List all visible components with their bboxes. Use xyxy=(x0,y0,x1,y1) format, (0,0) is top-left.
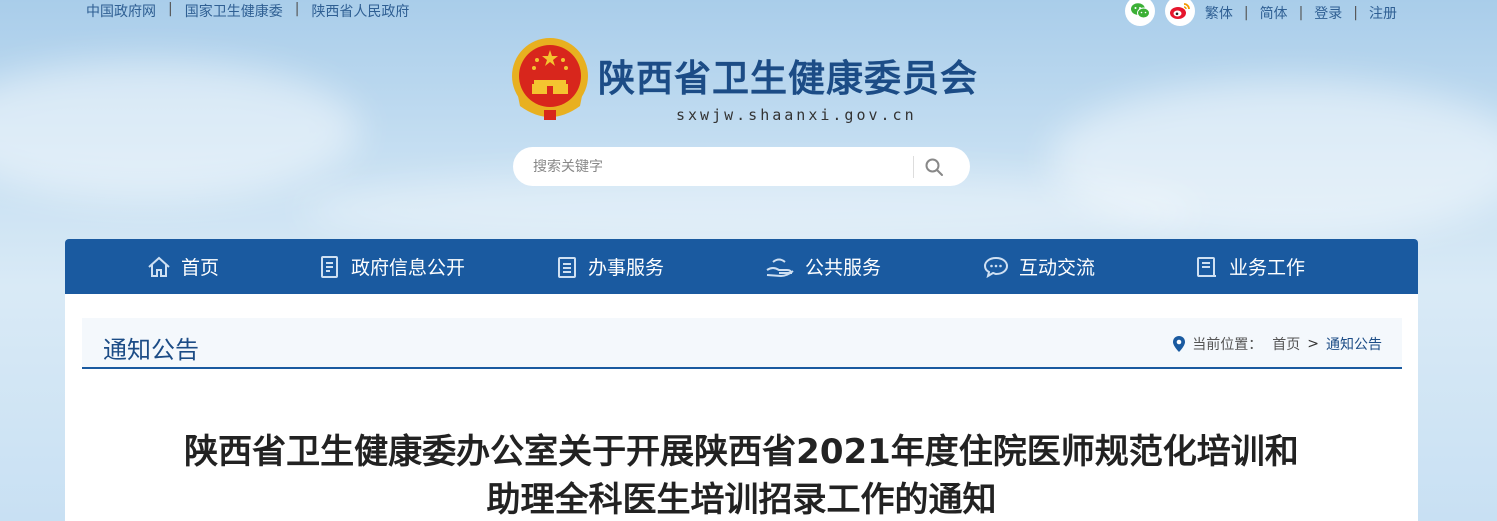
breadcrumb-separator: > xyxy=(1307,336,1319,352)
search-icon xyxy=(925,158,943,176)
national-emblem-icon xyxy=(512,38,588,120)
document-icon xyxy=(321,255,338,278)
site-domain: sxwjw.shaanxi.gov.cn xyxy=(676,106,917,124)
home-icon xyxy=(148,256,170,277)
top-bar: 中国政府网 | 国家卫生健康委 | 陕西省人民政府 繁体 | 简体 | 登录 |… xyxy=(0,0,1497,26)
link-nhc[interactable]: 国家卫生健康委 xyxy=(185,1,283,21)
nav-item-interaction[interactable]: 互动交流 xyxy=(983,239,1095,294)
separator: | xyxy=(168,1,173,17)
main-content: 通知公告 当前位置： 首页 > 通知公告 陕西省卫生健康委办公室关于开展陕西省2… xyxy=(65,294,1418,521)
location-pin-icon xyxy=(1173,336,1186,352)
weibo-icon[interactable] xyxy=(1164,0,1195,26)
nav-label: 公共服务 xyxy=(805,257,882,279)
link-login[interactable]: 登录 xyxy=(1314,3,1342,23)
nav-item-gov-info[interactable]: 政府信息公开 xyxy=(319,239,465,294)
wechat-icon[interactable] xyxy=(1124,0,1155,26)
breadcrumb: 当前位置： 首页 > 通知公告 xyxy=(1172,334,1382,354)
nav-item-business[interactable]: 业务工作 xyxy=(1195,239,1305,294)
search-input[interactable] xyxy=(533,158,913,175)
link-shaanxi-gov[interactable]: 陕西省人民政府 xyxy=(311,1,409,21)
link-gov-cn[interactable]: 中国政府网 xyxy=(86,1,156,21)
link-traditional[interactable]: 繁体 xyxy=(1205,3,1233,23)
top-right-links: 繁体 | 简体 | 登录 | 注册 xyxy=(1124,0,1397,26)
separator: | xyxy=(1353,5,1358,21)
briefcase-icon xyxy=(1197,256,1216,277)
external-links: 中国政府网 | 国家卫生健康委 | 陕西省人民政府 xyxy=(86,1,409,21)
site-logo[interactable]: 陕西省卫生健康委员会 sxwjw.shaanxi.gov.cn xyxy=(510,36,978,124)
link-register[interactable]: 注册 xyxy=(1369,3,1397,23)
article-title: 陕西省卫生健康委办公室关于开展陕西省2021年度住院医师规范化培训和 助理全科医… xyxy=(65,428,1418,521)
article-title-line1: 陕西省卫生健康委办公室关于开展陕西省2021年度住院医师规范化培训和 xyxy=(184,432,1299,472)
main-nav: 首页 政府信息公开 办事服务 公共服务 互动交流 业务工作 xyxy=(65,239,1418,294)
breadcrumb-current[interactable]: 通知公告 xyxy=(1326,334,1382,354)
nav-item-services[interactable]: 办事服务 xyxy=(556,239,664,294)
article-title-line2: 助理全科医生培训招录工作的通知 xyxy=(486,480,997,520)
section-title: 通知公告 xyxy=(103,336,199,364)
separator: | xyxy=(1243,5,1249,21)
nav-label: 政府信息公开 xyxy=(351,257,466,279)
nav-label: 办事服务 xyxy=(588,257,665,279)
breadcrumb-label: 当前位置： xyxy=(1192,337,1263,353)
breadcrumb-home[interactable]: 首页 xyxy=(1272,334,1300,354)
separator: | xyxy=(1298,5,1304,21)
search-button[interactable] xyxy=(914,147,954,186)
nav-label: 互动交流 xyxy=(1019,257,1096,279)
link-simplified[interactable]: 简体 xyxy=(1260,3,1288,23)
separator: | xyxy=(294,1,300,17)
hand-service-icon xyxy=(766,258,794,277)
nav-item-public-services[interactable]: 公共服务 xyxy=(765,239,881,294)
search-box xyxy=(513,147,970,186)
clipboard-icon xyxy=(558,256,576,278)
nav-label: 首页 xyxy=(181,257,220,279)
site-name: 陕西省卫生健康委员会 xyxy=(598,56,978,100)
nav-item-home[interactable]: 首页 xyxy=(147,239,219,294)
chat-icon xyxy=(983,256,1009,278)
nav-label: 业务工作 xyxy=(1229,257,1306,279)
section-header: 通知公告 当前位置： 首页 > 通知公告 xyxy=(82,318,1402,369)
